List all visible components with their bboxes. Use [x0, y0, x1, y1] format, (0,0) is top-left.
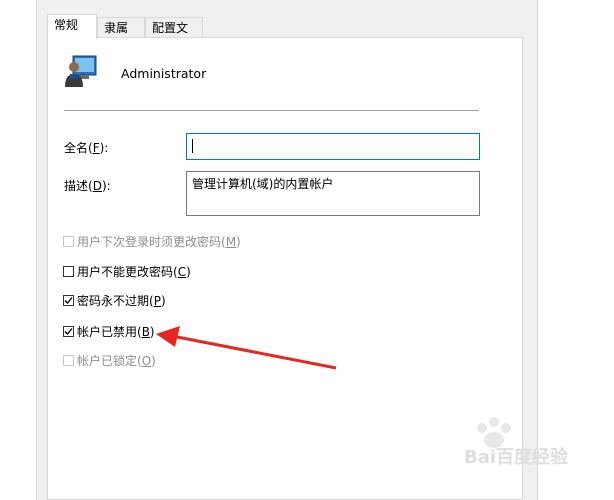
checkbox-label: 帐户已禁用(B) [77, 324, 155, 339]
text-caret [192, 139, 193, 153]
checkbox-box[interactable] [63, 294, 74, 306]
description-label: 描述(D): [64, 179, 111, 193]
tab-profile[interactable]: 配置文件 [145, 17, 203, 55]
tab-member-of[interactable]: 隶属于 [97, 17, 145, 55]
checkbox-label: 用户下次登录时须更改密码(M) [77, 234, 241, 249]
header-divider [64, 110, 479, 111]
checkbox-account-locked[interactable]: 帐户已锁定(O) [63, 352, 156, 368]
tab-general-label: 常规 [54, 18, 79, 32]
checkbox-box[interactable] [63, 354, 74, 366]
description-value: 管理计算机(域)的内置帐户 [192, 177, 334, 191]
checkbox-box[interactable] [63, 235, 74, 247]
user-name: Administrator [121, 66, 207, 81]
checkbox-label: 帐户已锁定(O) [77, 353, 156, 368]
checkmark-icon [64, 296, 73, 304]
checkmark-icon [64, 327, 73, 335]
checkbox-box[interactable] [63, 325, 74, 337]
watermark-logo: Bai百度经验 [464, 408, 584, 474]
description-input[interactable]: 管理计算机(域)的内置帐户 [186, 171, 480, 216]
user-monitor-icon [64, 54, 98, 88]
tab-general[interactable]: 常规 [47, 14, 97, 39]
svg-text:Bai百度经验: Bai百度经验 [464, 446, 569, 468]
fullname-label: 全名(F): [64, 141, 109, 155]
checkbox-account-disabled[interactable]: 帐户已禁用(B) [63, 323, 155, 339]
checkbox-password-never-expires[interactable]: 密码永不过期(P) [63, 292, 166, 308]
annotation-arrow-icon [156, 326, 337, 370]
checkbox-cannot-change-password[interactable]: 用户不能更改密码(C) [63, 263, 191, 279]
checkbox-must-change-password[interactable]: 用户下次登录时须更改密码(M) [63, 233, 241, 249]
checkbox-box[interactable] [63, 265, 74, 277]
fullname-input[interactable] [186, 133, 480, 160]
checkbox-label: 用户不能更改密码(C) [77, 264, 191, 279]
checkbox-label: 密码永不过期(P) [77, 293, 166, 308]
